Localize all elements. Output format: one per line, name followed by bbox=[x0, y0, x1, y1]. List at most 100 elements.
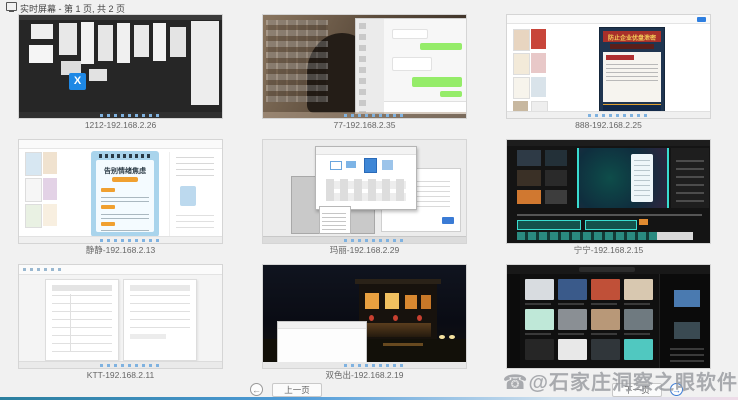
panel-lines bbox=[176, 156, 214, 176]
left-sidebar bbox=[507, 274, 520, 369]
textlines bbox=[101, 211, 149, 219]
taskbar bbox=[263, 236, 466, 243]
template-sidebar bbox=[23, 152, 59, 236]
poster-red-header bbox=[606, 55, 634, 60]
gallery-tile bbox=[591, 339, 620, 360]
poster-textlines bbox=[606, 63, 658, 81]
search-pill bbox=[579, 267, 635, 272]
screen-thumbnail-6[interactable] bbox=[506, 139, 711, 244]
editor-toolbar bbox=[19, 140, 223, 149]
screen-thumbnail-2[interactable] bbox=[262, 14, 467, 119]
screen-thumbnail-4[interactable]: 告别情绪焦虑 bbox=[18, 139, 223, 244]
screen-label: KTT-192.168.2.11 bbox=[18, 369, 223, 383]
tile-caption bbox=[525, 303, 551, 305]
browser-toolbar bbox=[507, 15, 711, 24]
poster-inner: 告别情绪焦虑 bbox=[96, 160, 154, 232]
timeline-track2 bbox=[517, 232, 667, 240]
window-header bbox=[278, 322, 366, 329]
poster-body bbox=[603, 52, 661, 102]
taskbar-icons bbox=[588, 114, 648, 117]
template-card bbox=[43, 178, 57, 200]
tile-caption bbox=[525, 333, 551, 335]
panel-lines bbox=[676, 154, 704, 202]
screen-cell-7: KTT-192.168.2.11 bbox=[18, 264, 223, 385]
timeline-clip-teal bbox=[517, 220, 581, 230]
lit-window bbox=[385, 293, 399, 309]
prev-page-button[interactable]: 上一页 bbox=[272, 383, 322, 397]
screen-thumbnail-5[interactable] bbox=[262, 139, 467, 244]
shapes-dialog bbox=[315, 146, 417, 210]
top-bar bbox=[507, 140, 711, 146]
screen-cell-6: 宁宁-192.168.2.15 bbox=[506, 139, 711, 260]
card bbox=[134, 25, 149, 57]
screen-cell-4: 告别情绪焦虑 静静-192.16 bbox=[18, 139, 223, 260]
right-panel bbox=[659, 274, 711, 369]
gallery-tile bbox=[624, 339, 653, 360]
panel-lines bbox=[176, 212, 214, 228]
anxiety-poster: 告别情绪焦虑 bbox=[91, 151, 159, 237]
table-rows bbox=[52, 294, 112, 352]
screen-thumbnail-9[interactable] bbox=[506, 264, 711, 369]
chat-bubble-left bbox=[392, 29, 428, 39]
light-reflection bbox=[383, 343, 423, 346]
screen-label: 77-192.168.2.35 bbox=[262, 119, 467, 133]
screen-cell-1: X 1212-192.168.2.26 bbox=[18, 14, 223, 135]
lit-window bbox=[405, 295, 417, 309]
title-bar: 实时屏幕 - 第 1 页, 共 2 页 bbox=[0, 0, 738, 13]
table-rows bbox=[130, 294, 190, 328]
poster-title: 告别情绪焦虑 bbox=[96, 166, 154, 176]
card bbox=[153, 23, 166, 61]
chat-bubble-right bbox=[440, 91, 462, 97]
template-card bbox=[25, 152, 42, 176]
screen-label: 玛丽-192.168.2.29 bbox=[262, 244, 467, 258]
taskbar-icons bbox=[344, 364, 404, 367]
template-card bbox=[531, 53, 546, 73]
preview-panel bbox=[577, 148, 669, 208]
gallery-tile bbox=[591, 279, 620, 300]
textlines bbox=[101, 227, 149, 231]
template-card bbox=[43, 152, 57, 174]
prev-page-arrow-icon[interactable]: ← bbox=[250, 383, 263, 396]
card bbox=[29, 45, 53, 63]
gallery-tile bbox=[525, 309, 554, 330]
lantern bbox=[417, 315, 422, 321]
watermark: ☎@石家庄洞察之眼软件 bbox=[498, 366, 738, 395]
screen-thumbnail-8[interactable] bbox=[262, 264, 467, 369]
shape-outline bbox=[326, 179, 406, 201]
template-card bbox=[531, 29, 546, 49]
panel-thumb bbox=[674, 290, 700, 307]
template-card bbox=[513, 53, 530, 75]
dialog-titlebar bbox=[316, 147, 416, 155]
side-panel bbox=[191, 21, 219, 105]
properties-panel bbox=[671, 148, 709, 208]
lantern bbox=[369, 315, 374, 321]
poster-badge bbox=[112, 177, 138, 182]
gallery-tile bbox=[558, 339, 587, 360]
media-card bbox=[545, 150, 567, 166]
chat-bubble-left bbox=[392, 57, 432, 71]
window-strip bbox=[19, 15, 223, 20]
screen-thumbnail-3[interactable]: 防止企业优盘泄密 bbox=[506, 14, 711, 119]
tile-caption bbox=[591, 303, 617, 305]
media-card bbox=[517, 170, 541, 186]
phone-icon: ☎ bbox=[503, 372, 529, 394]
screen-thumbnail-7[interactable] bbox=[18, 264, 223, 369]
card bbox=[170, 27, 186, 57]
shop-glow bbox=[363, 323, 431, 337]
taskbar bbox=[19, 361, 222, 368]
gallery-tile bbox=[525, 279, 554, 300]
gallery-tile bbox=[624, 309, 653, 330]
template-card bbox=[25, 178, 42, 202]
template-card bbox=[531, 77, 546, 97]
card bbox=[117, 23, 130, 63]
screen-cell-2: 77-192.168.2.35 bbox=[262, 14, 467, 135]
monitoring-window: 实时屏幕 - 第 1 页, 共 2 页 X 1212-1 bbox=[0, 0, 738, 400]
screen-thumbnail-1[interactable]: X bbox=[18, 14, 223, 119]
top-bar bbox=[507, 265, 711, 274]
card bbox=[89, 69, 107, 81]
chat-window bbox=[355, 18, 467, 114]
phone-lines bbox=[634, 160, 650, 196]
app-logo: X bbox=[69, 73, 86, 90]
taskbar-icons bbox=[344, 114, 404, 117]
tile-caption bbox=[558, 333, 584, 335]
